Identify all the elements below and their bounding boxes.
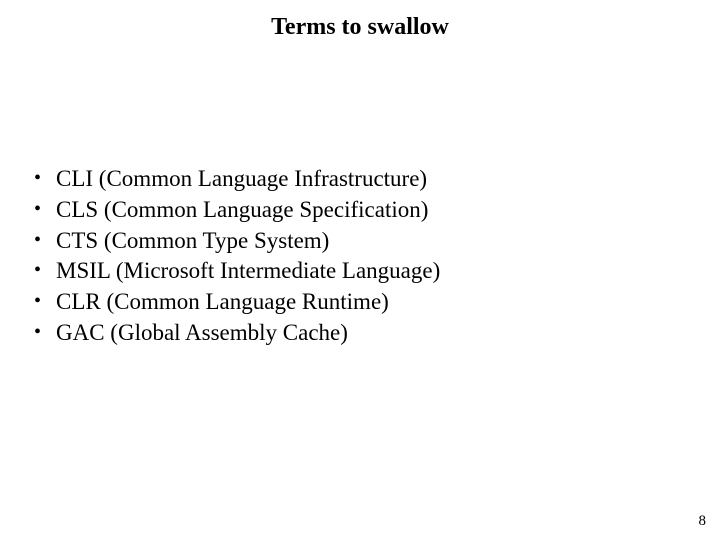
list-item: CLR (Common Language Runtime) (30, 288, 670, 317)
bullet-list: CLI (Common Language Infrastructure) CLS… (30, 165, 670, 348)
slide: Terms to swallow CLI (Common Language In… (0, 0, 720, 540)
page-number: 8 (699, 513, 707, 530)
list-item: CLI (Common Language Infrastructure) (30, 165, 670, 194)
slide-body: CLI (Common Language Infrastructure) CLS… (30, 165, 670, 350)
list-item: CTS (Common Type System) (30, 227, 670, 256)
list-item: GAC (Global Assembly Cache) (30, 319, 670, 348)
list-item: MSIL (Microsoft Intermediate Language) (30, 257, 670, 286)
list-item: CLS (Common Language Specification) (30, 196, 670, 225)
slide-title: Terms to swallow (0, 14, 720, 41)
